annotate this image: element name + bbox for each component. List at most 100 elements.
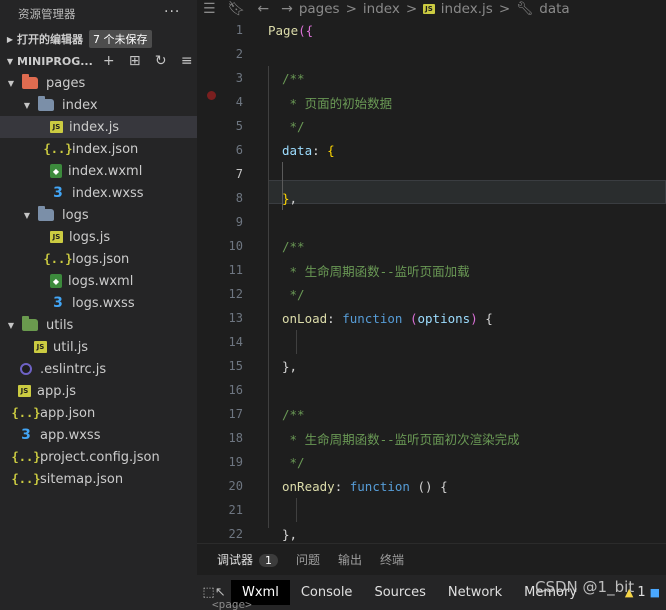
new-file-icon[interactable]: + [101,53,117,69]
breadcrumb-item-pages[interactable]: pages [299,1,340,17]
code-token: () { [409,478,448,494]
code-line[interactable]: 7 [197,162,666,186]
tree-item-logs-json[interactable]: {..} logs.json [0,248,197,270]
line-number: 22 [228,527,243,541]
code-line[interactable]: 6 data: { [197,138,666,162]
line-number: 21 [228,503,243,517]
tab-problems[interactable]: 问题 [296,551,320,568]
json-file-icon: {..} [11,472,41,486]
js-file-icon: JS [50,121,63,133]
tab-output[interactable]: 输出 [338,551,362,568]
tree-item-util-js[interactable]: JS util.js [0,336,197,358]
wxss-file-icon: 3 [21,427,31,443]
tree-item-label: sitemap.json [40,471,124,487]
code-line[interactable]: 18 * 生命周期函数--监听页面初次渲染完成 [197,426,666,450]
unsaved-count-badge: 7 个未保存 [89,30,152,48]
line-number: 5 [235,119,243,133]
tree-item-logs-js[interactable]: JS logs.js [0,226,197,248]
tree-item-index[interactable]: ▼ index [0,94,197,116]
new-folder-icon[interactable]: ⊞ [127,53,143,69]
code-line[interactable]: 17 /** [197,402,666,426]
tree-item-index-json[interactable]: {..} index.json [0,138,197,160]
code-line[interactable]: 10 /** [197,234,666,258]
code-line[interactable]: 2 [197,42,666,66]
code-line[interactable]: 16 [197,378,666,402]
project-label: MINIPROG... [17,54,93,68]
tree-item-utils[interactable]: ▼ utils [0,314,197,336]
line-content: /** [282,71,305,86]
tree-item-logs[interactable]: ▼ logs [0,204,197,226]
wxml-file-icon: ◆ [50,164,62,178]
explorer-title-row: 资源管理器 ··· [0,0,197,28]
line-content: }, [282,359,297,374]
code-token: }, [282,526,298,542]
code-line[interactable]: 3 /** [197,66,666,90]
code-line[interactable]: 21 [197,498,666,522]
code-line[interactable]: 5 */ [197,114,666,138]
folder-icon [22,74,38,89]
project-section[interactable]: ▼ MINIPROG... + ⊞ ↻ ≡ [0,50,197,72]
tree-item-pages[interactable]: ▼ pages [0,72,197,94]
tab-debugger[interactable]: 调试器 1 [217,551,279,568]
code-token: : [312,142,328,158]
code-token: function [349,478,410,494]
line-number: 20 [228,479,243,493]
tree-item-label: logs.wxss [72,295,135,311]
chevron-down-icon: ▼ [7,78,15,88]
tree-item-app-wxss[interactable]: 3 app.wxss [0,424,197,446]
code-line[interactable]: 19 */ [197,450,666,474]
code-line[interactable]: 11 * 生命周期函数--监听页面加载 [197,258,666,282]
tree-item-logs-wxss[interactable]: 3 logs.wxss [0,292,197,314]
line-number: 1 [235,23,243,37]
line-number: 14 [228,335,243,349]
code-token: /** [282,70,305,86]
code-line[interactable]: 9 [197,210,666,234]
devtools-tab-network[interactable]: Network [437,580,513,605]
code-line[interactable]: 12 */ [197,282,666,306]
tree-item-sitemap-json[interactable]: {..} sitemap.json [0,468,197,490]
forward-arrow-icon[interactable]: → [281,1,293,17]
code-token: Page [268,22,299,38]
code-line[interactable]: 15}, [197,354,666,378]
tree-item-index-wxml[interactable]: ◆ index.wxml [0,160,197,182]
code-line[interactable]: 22}, [197,522,666,543]
line-number: 8 [235,191,243,205]
tree-item-project-config-json[interactable]: {..} project.config.json [0,446,197,468]
more-actions-icon[interactable]: ··· [164,4,180,20]
line-content: onLoad: function (options) { [282,311,493,326]
breadcrumb-separator: > [498,1,511,17]
breadcrumb-separator: > [345,1,357,17]
code-line[interactable]: 4 * 页面的初始数据 [197,90,666,114]
back-arrow-icon[interactable]: ← [257,1,269,17]
bookmark-icon[interactable]: 🔖︎ [228,1,246,17]
breadcrumb-item-file[interactable]: index.js [441,1,493,17]
code-lines[interactable]: 1 Page({2 3/** 4 * 页面的初始数据 5 */6 data: {7 8}, 9… [197,18,666,543]
code-line[interactable]: 14 [197,330,666,354]
json-file-icon: {..} [43,142,73,156]
breadcrumb-item-index[interactable]: index [363,1,400,17]
code-line[interactable]: 20 onReady: function () { [197,474,666,498]
code-line[interactable]: 8}, [197,186,666,210]
devtools-tab-sources[interactable]: Sources [363,580,436,605]
tree-item-label: app.wxss [40,427,101,443]
tree-item-label: index.json [72,141,139,157]
tree-item-index-js[interactable]: JS index.js [0,116,197,138]
tab-terminal[interactable]: 终端 [380,551,404,568]
tree-item-eslintrc-js[interactable]: .eslintrc.js [0,358,197,380]
collapse-all-icon[interactable]: ≡ [179,53,195,69]
tree-item-logs-wxml[interactable]: ◆ logs.wxml [0,270,197,292]
tree-item-app-json[interactable]: {..} app.json [0,402,197,424]
code-line[interactable]: 13 onLoad: function (options) { [197,306,666,330]
tree-item-index-wxss[interactable]: 3 index.wxss [0,182,197,204]
open-editors-label: 打开的编辑器 [17,33,83,46]
line-content: */ [282,287,305,302]
line-content: /** [282,239,305,254]
devtools-tab-console[interactable]: Console [290,580,364,605]
code-editor[interactable]: ☰ 🔖︎ ← → pages > index > JS index.js > 🔧… [197,0,666,543]
open-editors-section[interactable]: ▶ 打开的编辑器 7 个未保存 [0,28,197,50]
code-line[interactable]: 1 Page({ [197,18,666,42]
refresh-icon[interactable]: ↻ [153,53,169,69]
breadcrumb-item-symbol[interactable]: data [539,1,569,17]
json-file-icon: {..} [11,450,41,464]
tree-item-app-js[interactable]: JS app.js [0,380,197,402]
